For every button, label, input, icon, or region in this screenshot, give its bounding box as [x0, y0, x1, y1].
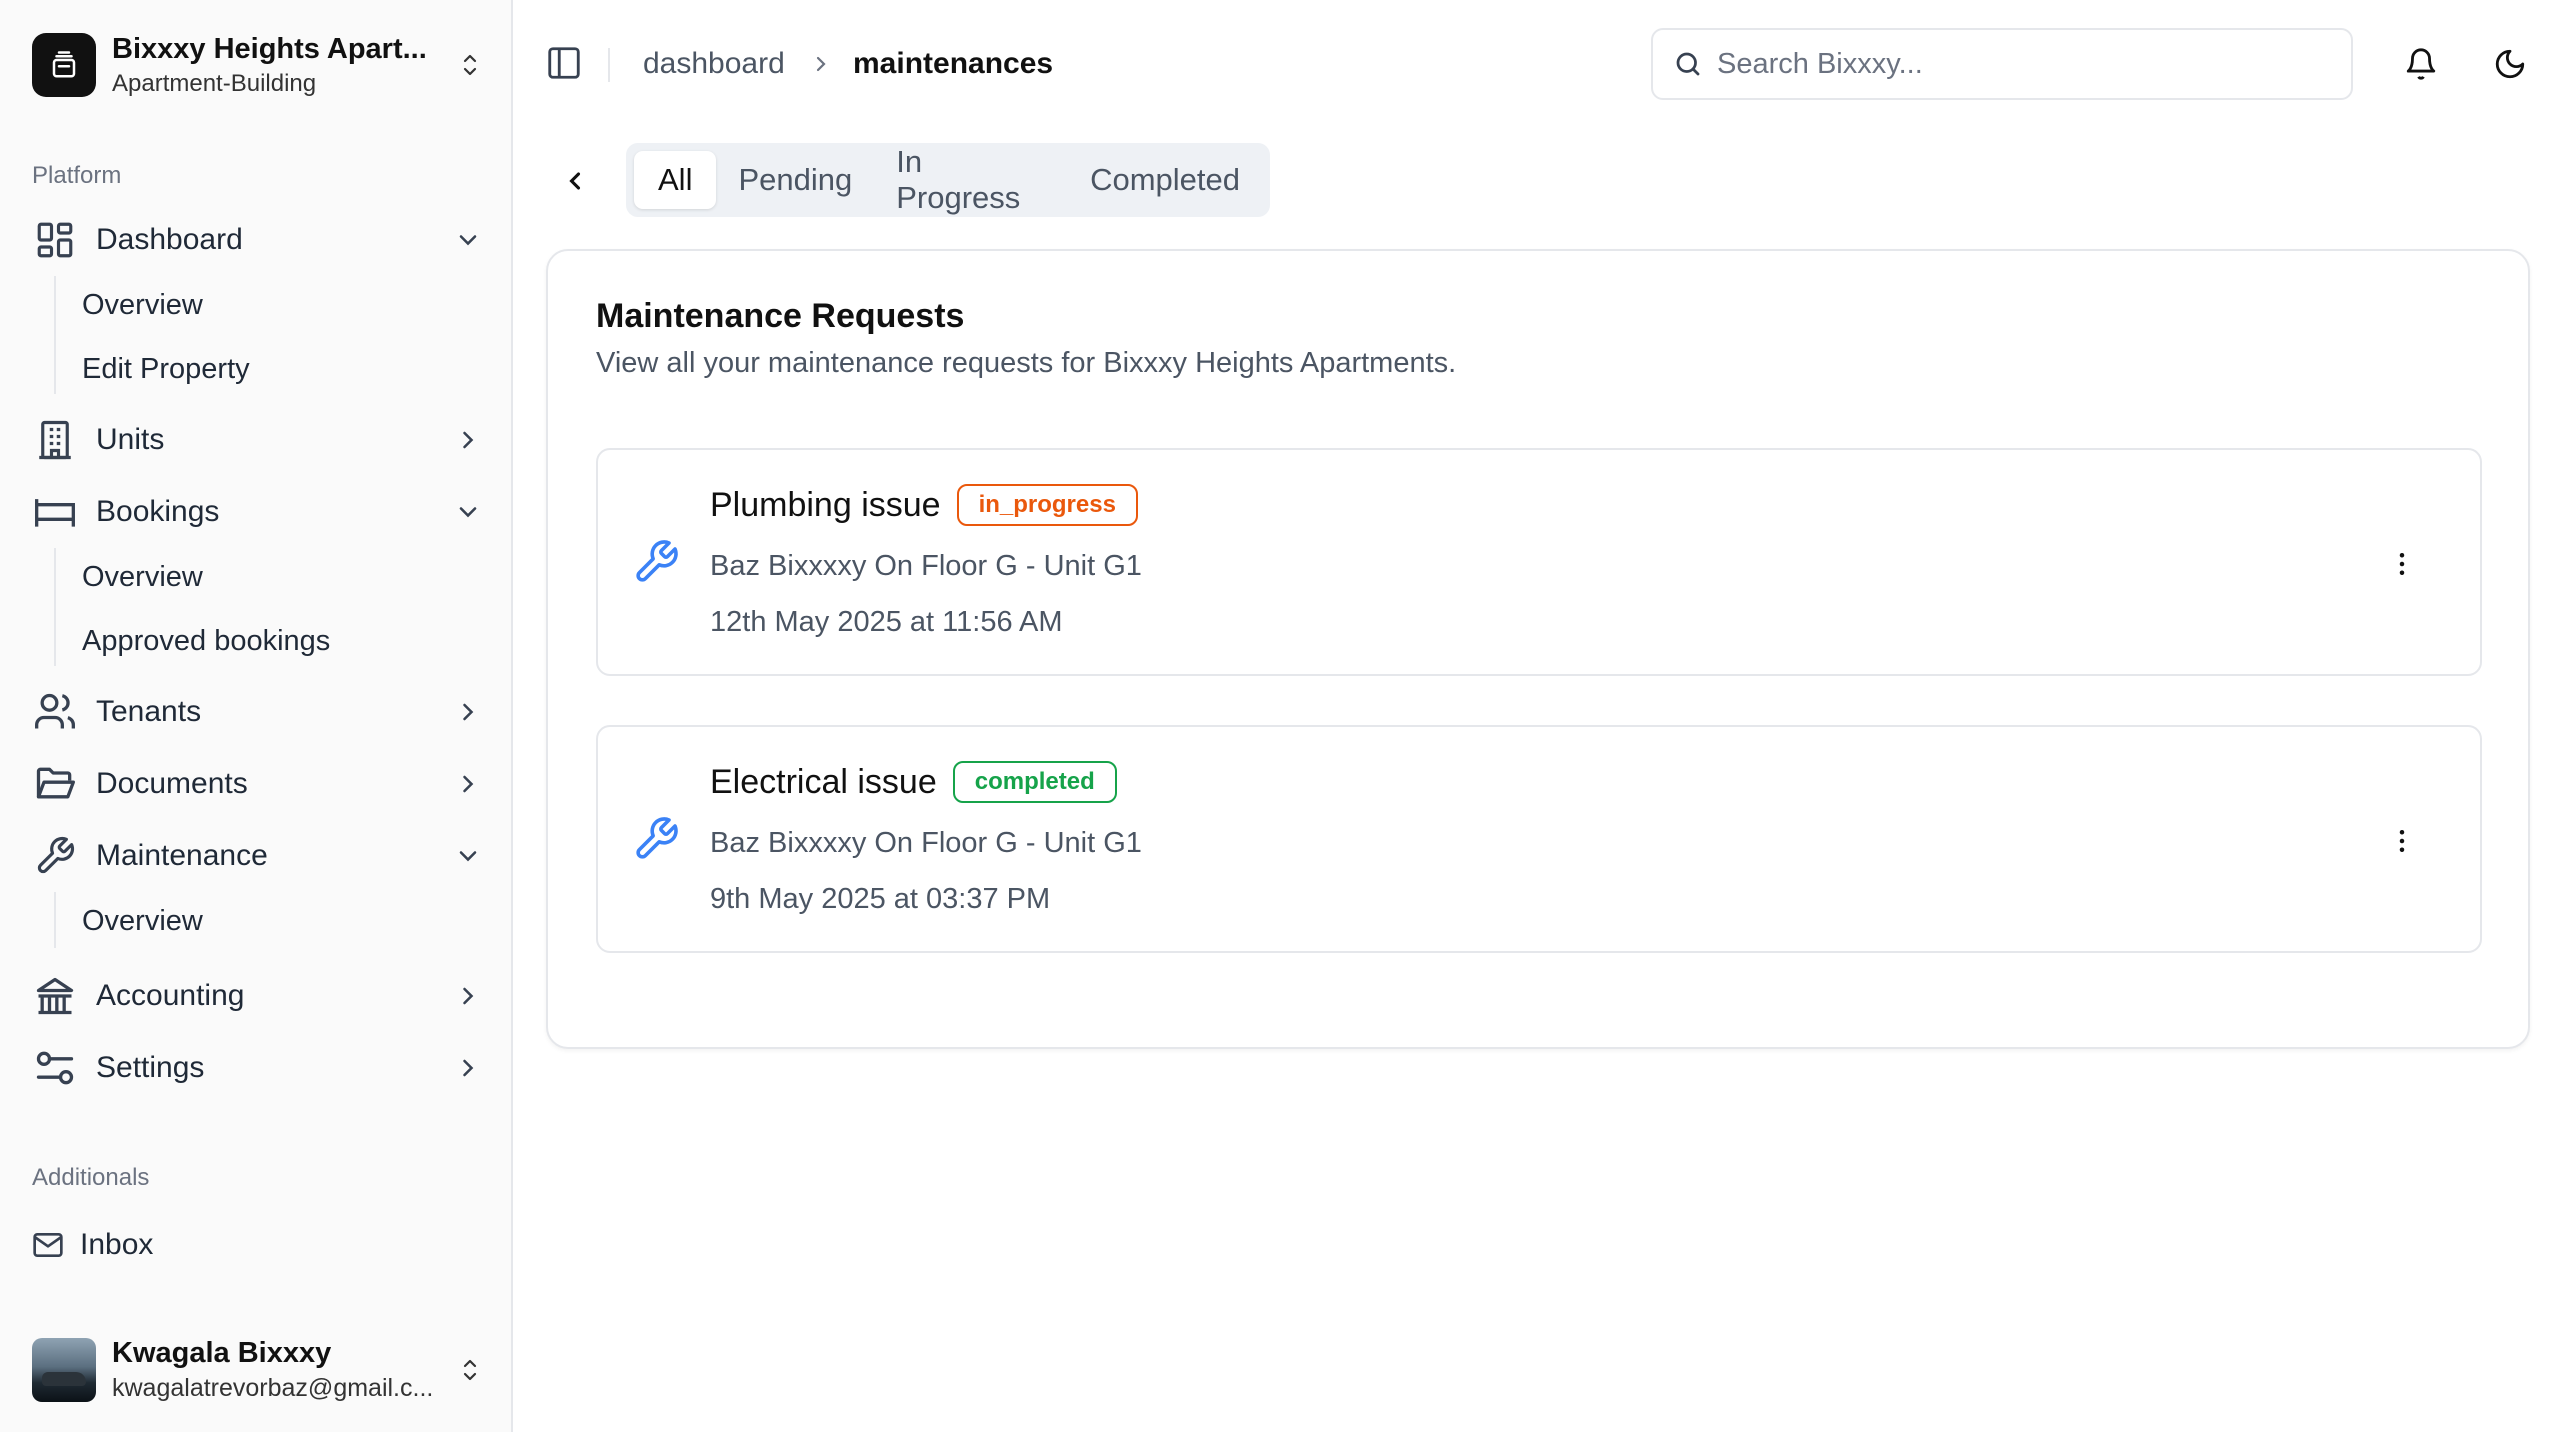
avatar	[32, 1338, 96, 1402]
maintenance-card: Maintenance Requests View all your maint…	[546, 249, 2530, 1049]
nav-label: Settings	[96, 1051, 205, 1084]
chevron-left-icon	[569, 172, 581, 190]
sliders-icon	[32, 1045, 78, 1091]
nav-units[interactable]: Units	[32, 412, 482, 468]
card-description: View all your maintenance requests for B…	[596, 347, 1457, 379]
nav-settings[interactable]: Settings	[32, 1040, 482, 1096]
status-badge: completed	[952, 761, 1117, 803]
mail-icon	[33, 1233, 63, 1257]
request-title: Plumbing issue	[710, 485, 941, 524]
sub-item-dashboard-overview[interactable]: Overview	[82, 280, 203, 330]
wrench-icon	[636, 540, 678, 582]
status-tabs: All Pending In Progress Completed	[626, 143, 1270, 217]
chevron-right-icon	[463, 775, 474, 793]
top-header: dashboard maintenances	[513, 0, 2560, 130]
tab-pending[interactable]: Pending	[716, 151, 874, 209]
nav-label: Documents	[96, 767, 248, 800]
tab-in-progress[interactable]: In Progress	[874, 144, 1068, 215]
chevron-right-icon	[463, 987, 474, 1005]
request-item[interactable]: Electrical issue completed Baz Bixxxxy O…	[596, 725, 2482, 953]
nav-label: Inbox	[80, 1228, 154, 1261]
tab-completed[interactable]: Completed	[1068, 151, 1262, 209]
sidebar: Bixxxy Heights Apart... Apartment-Buildi…	[0, 0, 513, 1432]
sidebar-toggle-icon[interactable]	[545, 44, 583, 82]
user-menu[interactable]: Kwagala Bixxxy kwagalatrevorbaz@gmail.c.…	[32, 1335, 482, 1405]
section-label-platform: Platform	[32, 162, 122, 189]
sub-item-approved-bookings[interactable]: Approved bookings	[82, 616, 330, 666]
request-item[interactable]: Plumbing issue in_progress Baz Bixxxxy O…	[596, 448, 2482, 676]
submenu-rail	[54, 276, 56, 394]
request-location: Baz Bixxxxy On Floor G - Unit G1	[710, 550, 1142, 582]
more-vertical-icon	[2399, 553, 2405, 575]
tab-all[interactable]: All	[634, 151, 717, 209]
back-button[interactable]	[560, 162, 590, 200]
status-badge: in_progress	[956, 484, 1138, 526]
section-label-additionals: Additionals	[32, 1164, 150, 1191]
request-date: 12th May 2025 at 11:56 AM	[710, 606, 1063, 638]
nav-label: Bookings	[96, 495, 220, 528]
theme-toggle-button[interactable]	[2488, 42, 2532, 86]
chevron-down-icon	[459, 235, 477, 246]
folder-icon	[32, 761, 78, 807]
chevrons-up-down-icon	[463, 54, 477, 76]
submenu-rail	[54, 892, 56, 948]
nav-bookings[interactable]: Bookings	[32, 484, 482, 540]
header-divider	[608, 48, 610, 82]
nav-label: Accounting	[96, 979, 245, 1012]
notifications-button[interactable]	[2399, 42, 2443, 86]
moon-icon	[2495, 49, 2525, 79]
request-date: 9th May 2025 at 03:37 PM	[710, 883, 1051, 915]
nav-accounting[interactable]: Accounting	[32, 968, 482, 1024]
nav-tenants[interactable]: Tenants	[32, 684, 482, 740]
org-type: Apartment-Building	[112, 69, 317, 97]
building-icon	[32, 417, 78, 463]
sub-item-maintenance-overview[interactable]: Overview	[82, 896, 203, 946]
user-email: kwagalatrevorbaz@gmail.c...	[112, 1374, 434, 1402]
chevron-right-icon	[463, 431, 474, 449]
chevron-right-icon	[463, 703, 474, 721]
nav-label: Units	[96, 423, 165, 456]
more-vertical-icon	[2399, 830, 2405, 852]
bank-icon	[32, 973, 78, 1019]
wrench-icon	[32, 833, 78, 879]
chevrons-up-down-icon	[463, 1359, 477, 1381]
nav-label: Maintenance	[96, 839, 268, 872]
card-title: Maintenance Requests	[596, 297, 965, 335]
chevron-right-icon	[816, 56, 826, 72]
chevron-down-icon	[459, 507, 477, 518]
nav-maintenance[interactable]: Maintenance	[32, 828, 482, 884]
chevron-down-icon	[459, 851, 477, 862]
request-menu-button[interactable]	[2384, 823, 2420, 859]
request-location: Baz Bixxxxy On Floor G - Unit G1	[710, 827, 1142, 859]
nav-documents[interactable]: Documents	[32, 756, 482, 812]
chevron-right-icon	[463, 1059, 474, 1077]
nav-dashboard[interactable]: Dashboard	[32, 212, 482, 268]
user-name: Kwagala Bixxxy	[112, 1337, 332, 1369]
wrench-icon	[636, 817, 678, 859]
submenu-rail	[54, 548, 56, 666]
sub-item-edit-property[interactable]: Edit Property	[82, 344, 250, 394]
sub-item-bookings-overview[interactable]: Overview	[82, 552, 203, 602]
nav-inbox[interactable]: Inbox	[32, 1220, 153, 1270]
breadcrumb-dashboard[interactable]: dashboard	[643, 44, 785, 84]
bell-icon	[2406, 48, 2436, 80]
org-logo-icon	[32, 33, 96, 97]
nav-label: Dashboard	[96, 223, 243, 256]
nav-label: Tenants	[96, 695, 202, 728]
search-input[interactable]	[1717, 47, 2317, 81]
grid-icon	[32, 217, 78, 263]
breadcrumb-maintenances: maintenances	[853, 47, 1054, 80]
search-box[interactable]	[1651, 28, 2353, 100]
request-title: Electrical issue	[710, 762, 937, 801]
search-icon	[1676, 52, 1700, 76]
org-name: Bixxxy Heights Apart...	[112, 32, 427, 65]
users-icon	[32, 689, 78, 735]
request-menu-button[interactable]	[2384, 546, 2420, 582]
org-switcher[interactable]: Bixxxy Heights Apart... Apartment-Buildi…	[32, 30, 482, 100]
bed-icon	[32, 489, 78, 535]
